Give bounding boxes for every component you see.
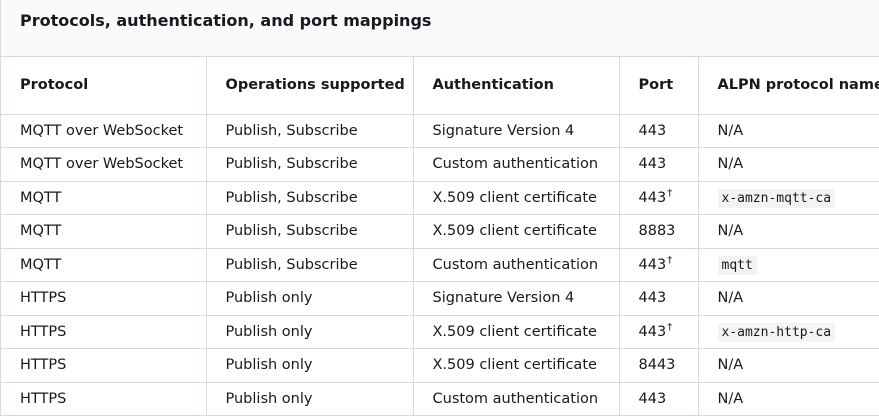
port-value: 443: [638, 122, 667, 139]
cell-alpn: mqtt: [698, 248, 879, 282]
header-row: Protocol Operations supported Authentica…: [1, 57, 879, 115]
cell-operations: Publish only: [206, 281, 414, 316]
port-value: 8443: [638, 357, 676, 374]
cell-authentication: Signature Version 4: [413, 281, 620, 316]
cell-port: 443†: [619, 248, 699, 282]
cell-alpn: x-amzn-mqtt-ca: [698, 181, 879, 215]
cell-port: 443: [619, 281, 699, 316]
table-title-bar: Protocols, authentication, and port mapp…: [1, 0, 879, 57]
table-row: HTTPS Publish only X.509 client certificat…: [1, 315, 879, 349]
cell-port: 443: [619, 382, 699, 415]
table-row: MQTT over WebSocket Publish, Subscribe Sig…: [1, 114, 879, 148]
cell-port: 8443: [619, 348, 699, 383]
cell-alpn: x-amzn-http-ca: [698, 315, 879, 349]
cell-authentication: X.509 client certificate: [413, 315, 620, 349]
cell-alpn: N/A: [698, 281, 879, 316]
column-header-operations: Operations supported: [206, 57, 414, 115]
cell-authentication: X.509 client certificate: [413, 348, 620, 383]
cell-operations: Publish only: [206, 315, 414, 349]
cell-alpn: N/A: [698, 348, 879, 383]
port-value: 443: [638, 156, 667, 173]
cell-protocol: MQTT: [1, 181, 207, 215]
cell-alpn: N/A: [698, 214, 879, 249]
cell-authentication: Signature Version 4: [413, 114, 620, 148]
cell-authentication: Custom authentication: [413, 248, 620, 282]
cell-protocol: MQTT over WebSocket: [1, 114, 207, 148]
cell-operations: Publish, Subscribe: [206, 114, 414, 148]
cell-operations: Publish only: [206, 348, 414, 383]
alpn-code: mqtt: [717, 255, 757, 275]
protocol-table: Protocol Operations supported Authentica…: [1, 57, 879, 415]
cell-alpn: N/A: [698, 147, 879, 182]
cell-authentication: X.509 client certificate: [413, 214, 620, 249]
cell-protocol: MQTT: [1, 214, 207, 249]
port-footnote-marker: †: [667, 321, 673, 333]
cell-protocol: HTTPS: [1, 281, 207, 316]
table-title: Protocols, authentication, and port mapp…: [20, 10, 432, 30]
cell-protocol: HTTPS: [1, 348, 207, 383]
port-value: 443: [638, 323, 667, 340]
table-row: HTTPS Publish only Signature Version 4 443 N…: [1, 281, 879, 316]
cell-alpn: N/A: [698, 114, 879, 148]
table-row: HTTPS Publish only X.509 client certificat…: [1, 348, 879, 383]
cell-protocol: MQTT over WebSocket: [1, 147, 207, 182]
port-footnote-marker: †: [667, 254, 673, 266]
cell-port: 443†: [619, 181, 699, 215]
cell-port: 443: [619, 147, 699, 182]
cell-port: 443†: [619, 315, 699, 349]
table-row: HTTPS Publish only Custom authentication 44…: [1, 382, 879, 415]
port-value: 443: [638, 256, 667, 273]
cell-operations: Publish, Subscribe: [206, 147, 414, 182]
cell-protocol: HTTPS: [1, 382, 207, 415]
table-row: MQTT over WebSocket Publish, Subscribe Cus…: [1, 147, 879, 182]
cell-operations: Publish only: [206, 382, 414, 415]
cell-port: 8883: [619, 214, 699, 249]
column-header-protocol: Protocol: [1, 57, 207, 115]
alpn-code: x-amzn-http-ca: [717, 322, 836, 342]
cell-authentication: X.509 client certificate: [413, 181, 620, 215]
cell-alpn: N/A: [717, 391, 744, 407]
cell-authentication: Custom authentication: [413, 382, 620, 415]
cell-operations: Publish, Subscribe: [206, 181, 414, 215]
table-body: MQTT over WebSocket Publish, Subscribe Sig…: [1, 114, 879, 415]
port-value: 443: [638, 290, 667, 307]
table-row: MQTT Publish, Subscribe Custom authenticat…: [1, 248, 879, 282]
port-value: 443: [638, 391, 667, 407]
cell-port: 443: [619, 114, 699, 148]
table-row: MQTT Publish, Subscribe X.509 client certi…: [1, 181, 879, 215]
cell-protocol: HTTPS: [1, 315, 207, 349]
cell-protocol: MQTT: [1, 248, 207, 282]
cell-operations: Publish, Subscribe: [206, 214, 414, 249]
protocol-table-container: Protocols, authentication, and port mapp…: [0, 0, 879, 416]
column-header-port: Port: [619, 57, 699, 115]
port-footnote-marker: †: [667, 187, 673, 199]
column-header-authentication: Authentication: [413, 57, 620, 115]
column-header-alpn: ALPN protocol name: [698, 57, 879, 115]
cell-operations: Publish, Subscribe: [206, 248, 414, 282]
port-value: 443: [638, 189, 667, 206]
alpn-code: x-amzn-mqtt-ca: [717, 188, 836, 208]
table-row: MQTT Publish, Subscribe X.509 client certi…: [1, 214, 879, 249]
table-header: Protocol Operations supported Authentica…: [1, 57, 879, 115]
cell-authentication: Custom authentication: [413, 147, 620, 182]
port-value: 8883: [638, 223, 676, 240]
